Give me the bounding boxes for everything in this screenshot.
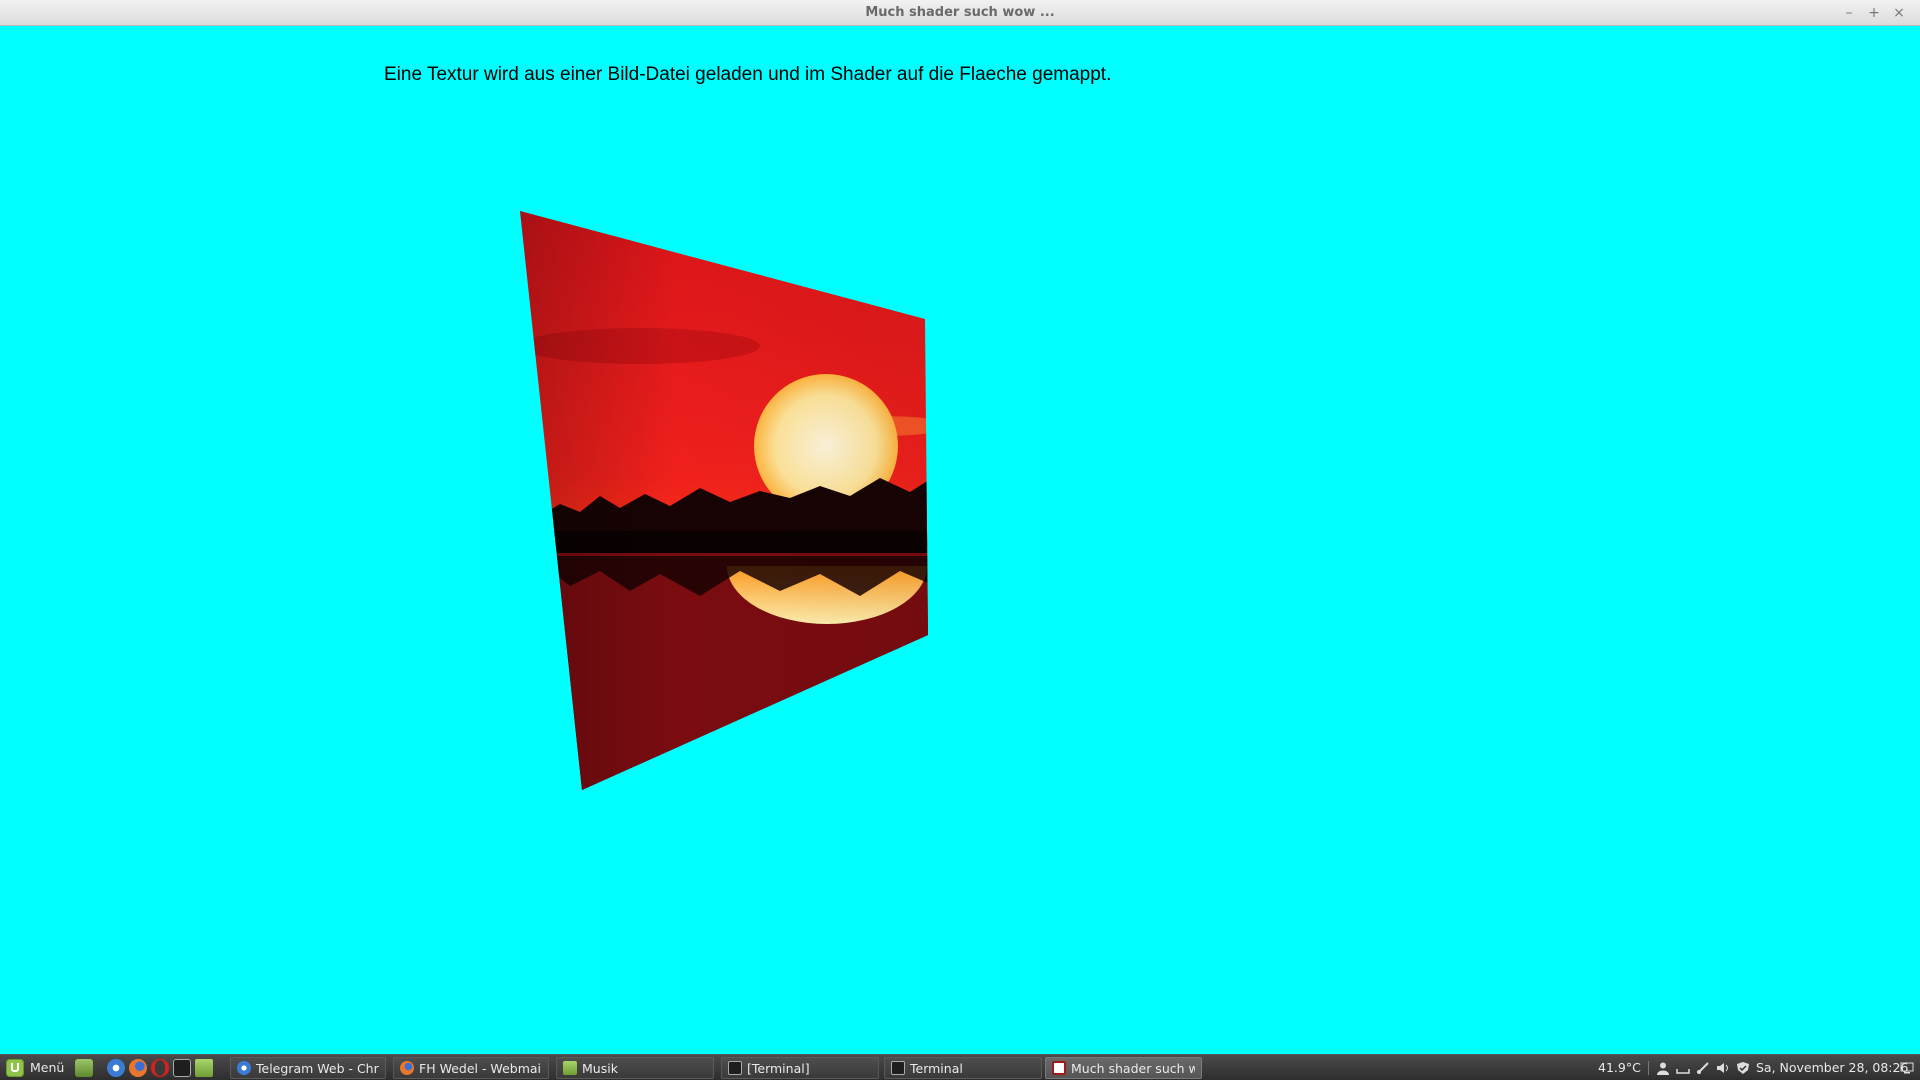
removable-drive-icon[interactable] [1676,1055,1690,1080]
terminal-icon [728,1061,742,1075]
menu-label: Menü [30,1060,65,1075]
task-label: FH Wedel - Webmail :... [419,1060,542,1076]
window-titlebar: Much shader such wow ... – + × [0,0,1920,26]
temperature-label: 41.9°C [1598,1060,1641,1075]
show-desktop-tray-icon[interactable] [1900,1055,1914,1080]
task-telegram[interactable]: Telegram Web - Chro... [230,1057,386,1079]
app-window-icon [1052,1061,1066,1075]
update-shield-icon[interactable] [1736,1055,1750,1080]
show-desktop-icon[interactable] [75,1059,93,1077]
firefox-icon [400,1061,414,1075]
gl-viewport[interactable]: Eine Textur wird aus einer Bild-Datei ge… [0,26,1920,1054]
cpu-temperature[interactable]: 41.9°C [1598,1055,1641,1080]
volume-icon[interactable] [1716,1055,1730,1080]
sunset-texture [520,211,928,790]
task-label: Telegram Web - Chro... [256,1060,379,1076]
tray-separator [1648,1061,1649,1075]
network-icon[interactable] [1696,1055,1710,1080]
clock-label: Sa, November 28, 08:26 [1756,1060,1909,1075]
task-webmail[interactable]: FH Wedel - Webmail :... [393,1057,549,1079]
task-shader-window[interactable]: Much shader such w... [1045,1057,1202,1079]
taskbar: Menü Telegram Web - Chro... FH Wedel - W… [0,1054,1920,1080]
user-icon[interactable] [1656,1055,1670,1080]
maximize-button[interactable]: + [1863,2,1885,24]
window-title: Much shader such wow ... [865,5,1055,20]
folder-icon [563,1061,577,1075]
task-label: Much shader such w... [1071,1060,1195,1076]
task-terminal-1[interactable]: [Terminal] [721,1057,879,1079]
task-label: [Terminal] [747,1060,810,1076]
menu-button[interactable]: Menü [2,1055,68,1080]
textured-quad [520,211,928,790]
terminal-icon[interactable] [173,1059,191,1077]
task-terminal-2[interactable]: Terminal [884,1057,1042,1079]
task-label: Musik [582,1060,618,1076]
minimize-button[interactable]: – [1838,2,1860,24]
chromium-icon[interactable] [107,1059,125,1077]
clock[interactable]: Sa, November 28, 08:26 [1756,1055,1908,1080]
terminal-icon [891,1061,905,1075]
close-button[interactable]: × [1888,2,1910,24]
chromium-icon [237,1061,251,1075]
task-musik[interactable]: Musik [556,1057,714,1079]
task-label: Terminal [910,1060,963,1076]
mint-logo-icon [6,1058,24,1077]
files-icon[interactable] [195,1059,213,1077]
firefox-icon[interactable] [129,1059,147,1077]
opera-icon[interactable] [151,1059,169,1077]
